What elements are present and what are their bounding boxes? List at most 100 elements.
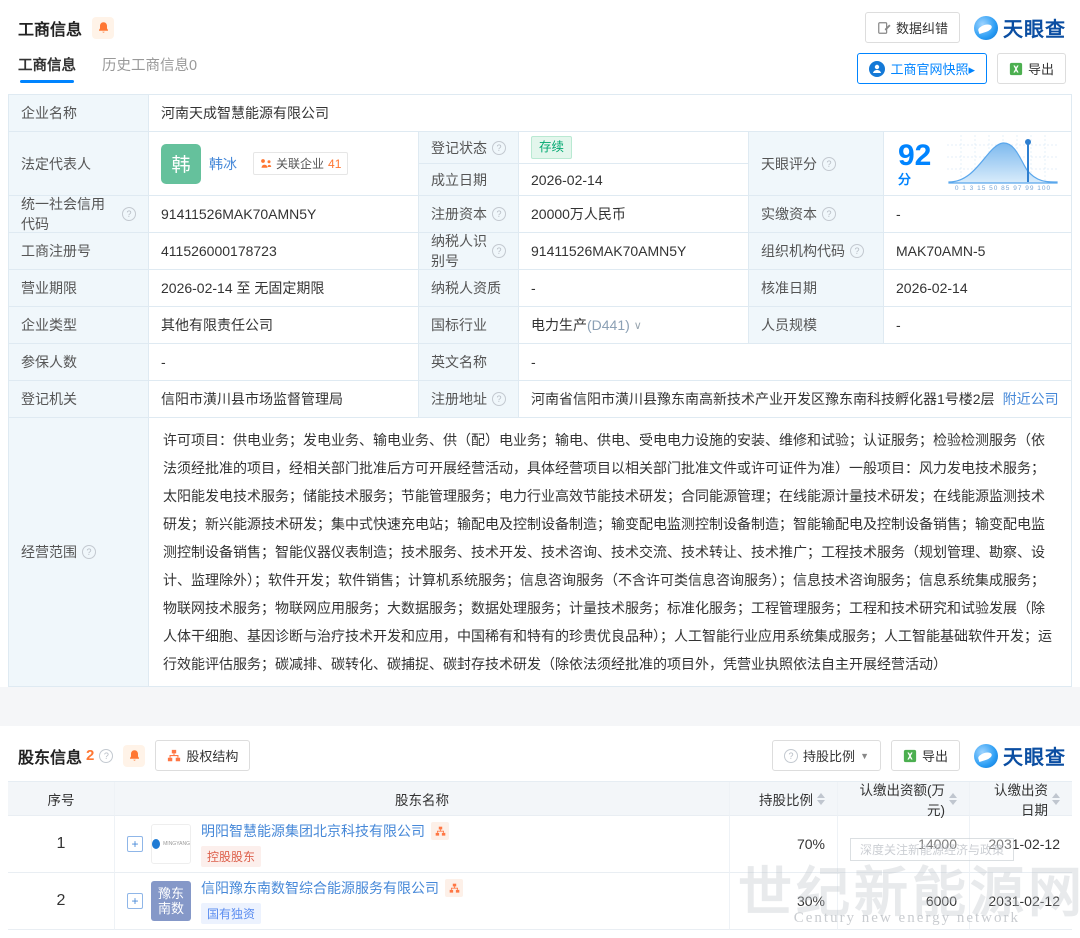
chevron-down-icon[interactable]: ∨	[634, 319, 642, 332]
official-snapshot-label: 工商官网快照▸	[890, 59, 975, 78]
shareholders-count: 2	[86, 747, 94, 764]
legal-rep-label: 法定代表人	[9, 132, 149, 196]
equity-chart-icon[interactable]	[445, 879, 463, 897]
col-header-amount[interactable]: 认缴出资额(万元)	[838, 782, 970, 816]
help-icon[interactable]: ?	[82, 545, 96, 559]
nearby-companies-link[interactable]: 附近公司	[1003, 389, 1059, 409]
export-button[interactable]: 导出	[891, 740, 960, 771]
score-label: 天眼评分?	[749, 132, 884, 196]
ratio-filter-button[interactable]: ? 持股比例 ▼	[772, 740, 881, 771]
taxpayer-id-value: 91411526MAK70AMN5Y	[519, 233, 749, 270]
status-badge: 存续	[531, 136, 572, 158]
tianyancha-eye-icon	[974, 744, 998, 768]
shareholder-tag: 国有独资	[201, 903, 261, 924]
export-excel-icon	[903, 749, 917, 763]
shareholder-name-link[interactable]: 明阳智慧能源集团北京科技有限公司	[201, 821, 425, 841]
tab-history-business-info[interactable]: 历史工商信息0	[102, 54, 197, 83]
help-icon[interactable]: ?	[822, 207, 836, 221]
subscribe-bell-button[interactable]	[92, 17, 114, 39]
shareholder-logo[interactable]: MINGYANG	[151, 824, 191, 864]
help-icon[interactable]: ?	[99, 749, 113, 763]
help-icon[interactable]: ?	[492, 392, 506, 406]
approval-date-value: 2026-02-14	[884, 270, 1072, 307]
shareholder-avatar[interactable]: 豫东 南数	[151, 881, 191, 921]
expand-button[interactable]: +	[127, 836, 143, 852]
date-value: 2031-02-12	[970, 873, 1072, 930]
business-info-card: 工商信息 数据纠错 天眼查 工商信息 历史工商信息0 工商官网快照▸ 导出	[0, 0, 1080, 687]
tianyancha-logo: 天眼查	[974, 741, 1066, 770]
insured-label: 参保人数	[9, 344, 149, 381]
expand-button[interactable]: +	[127, 893, 143, 909]
edit-doc-icon	[877, 21, 891, 35]
ratio-value: 70%	[730, 816, 838, 873]
term-value: 2026-02-14 至 无固定期限	[149, 270, 419, 307]
related-companies-label: 关联企业	[276, 155, 324, 172]
tab-business-info[interactable]: 工商信息	[18, 54, 76, 83]
logo-mark-icon	[152, 839, 160, 849]
paid-capital-label: 实缴资本?	[749, 196, 884, 233]
company-type-value: 其他有限责任公司	[149, 307, 419, 344]
row-no: 2	[8, 873, 115, 930]
legal-rep-cell: 韩 韩冰 关联企业 41	[149, 132, 419, 196]
reg-status-label: 登记状态?	[419, 132, 519, 164]
col-header-no: 序号	[8, 782, 115, 816]
legal-rep-avatar[interactable]: 韩	[161, 144, 201, 184]
shareholder-tag: 控股股东	[201, 846, 261, 867]
help-icon[interactable]: ?	[850, 244, 864, 258]
shareholder-row: + 豫东 南数 信阳豫东南数智综合能源服务有限公司 国有独资	[115, 873, 730, 930]
uscc-value: 91411526MAK70AMN5Y	[149, 196, 419, 233]
col-header-name: 股东名称	[115, 782, 730, 816]
export-label: 导出	[922, 746, 948, 765]
industry-value: 电力生产	[531, 315, 587, 335]
subscribe-bell-button[interactable]	[123, 745, 145, 767]
company-name-label: 企业名称	[9, 95, 149, 132]
export-label: 导出	[1028, 59, 1054, 78]
equity-chart-icon[interactable]	[431, 822, 449, 840]
score-distribution-chart: 0 1 3 15 50 85 97 99 100	[947, 135, 1059, 192]
related-companies-badge[interactable]: 关联企业 41	[253, 152, 348, 175]
shareholders-table: 序号 股东名称 持股比例 认缴出资额(万元) 认缴出资日期 1 + MINGYA…	[8, 781, 1072, 930]
related-companies-icon	[260, 158, 272, 170]
export-excel-icon	[1009, 62, 1023, 76]
help-icon[interactable]: ?	[122, 207, 136, 221]
staff-size-label: 人员规模	[749, 307, 884, 344]
address-label: 注册地址?	[419, 381, 519, 418]
amount-value: 6000	[838, 873, 970, 930]
export-button[interactable]: 导出	[997, 53, 1066, 84]
col-header-date[interactable]: 认缴出资日期	[970, 782, 1072, 816]
official-snapshot-button[interactable]: 工商官网快照▸	[857, 53, 987, 84]
date-value: 2031-02-12	[970, 816, 1072, 873]
tianyancha-logo: 天眼查	[974, 13, 1066, 42]
ratio-value: 30%	[730, 873, 838, 930]
score-value: 92	[898, 139, 931, 172]
help-icon[interactable]: ?	[492, 244, 506, 258]
bell-icon	[128, 749, 141, 762]
est-date-label: 成立日期	[419, 164, 519, 196]
legal-rep-name-link[interactable]: 韩冰	[209, 154, 237, 174]
industry-code: (D441)	[587, 317, 630, 333]
help-icon: ?	[784, 749, 798, 763]
help-icon[interactable]: ?	[492, 207, 506, 221]
reg-no-value: 411526000178723	[149, 233, 419, 270]
industry-cell: 电力生产 (D441) ∨	[519, 307, 749, 344]
company-name-value: 河南天成智慧能源有限公司	[149, 95, 1072, 132]
reg-authority-value: 信阳市潢川县市场监督管理局	[149, 381, 419, 418]
logo-text: MINGYANG	[163, 841, 190, 847]
data-correction-button[interactable]: 数据纠错	[865, 12, 960, 43]
shareholder-name-link[interactable]: 信阳豫东南数智综合能源服务有限公司	[201, 878, 439, 898]
help-icon[interactable]: ?	[492, 141, 506, 155]
reg-capital-label: 注册资本?	[419, 196, 519, 233]
reg-status-cell: 存续	[519, 132, 749, 164]
row-no: 1	[8, 816, 115, 873]
data-correction-label: 数据纠错	[896, 18, 948, 37]
taxpayer-qual-label: 纳税人资质	[419, 270, 519, 307]
help-icon[interactable]: ?	[822, 157, 836, 171]
org-code-value: MAK70AMN-5	[884, 233, 1072, 270]
snapshot-badge-icon	[869, 61, 885, 77]
equity-structure-button[interactable]: 股权结构	[155, 740, 250, 771]
tianyancha-logo-text: 天眼查	[1003, 13, 1066, 42]
uscc-label: 统一社会信用代码?	[9, 196, 149, 233]
shareholders-card: 股东信息 2 ? 股权结构 ? 持股比例 ▼ 导出 天眼查 序号 股东名称 持股…	[0, 726, 1080, 938]
est-date-value: 2026-02-14	[519, 164, 749, 196]
col-header-ratio[interactable]: 持股比例	[730, 782, 838, 816]
